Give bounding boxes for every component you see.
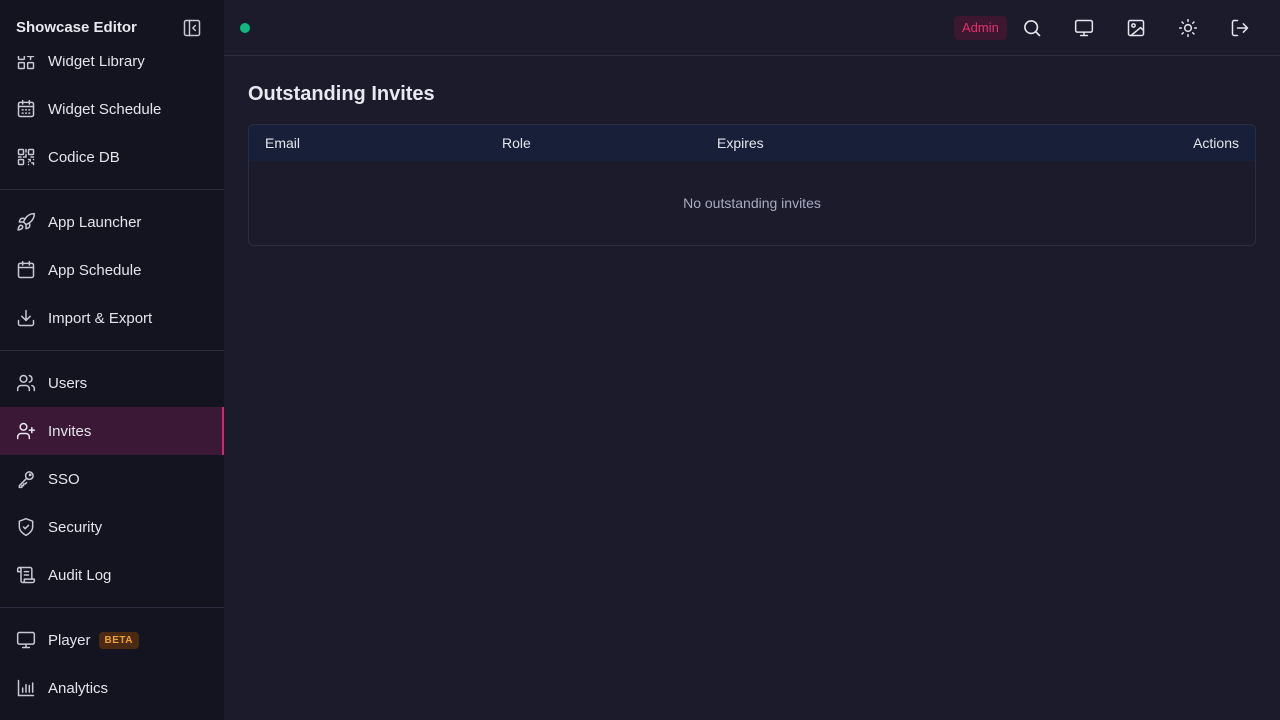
calendar-icon — [16, 260, 36, 280]
page-title: Outstanding Invites — [248, 83, 435, 105]
sidebar-item-invites[interactable]: Invites — [0, 407, 224, 455]
sidebar-item-label: Invites — [48, 422, 92, 440]
sidebar-item-widget-schedule[interactable]: Widget Schedule — [0, 85, 224, 133]
empty-state-message: No outstanding invites — [683, 195, 821, 211]
sidebar-item-users[interactable]: Users — [0, 359, 224, 407]
sidebar-divider — [0, 607, 224, 608]
beta-badge: BETA — [98, 631, 140, 649]
sidebar-item-label: Analytics — [48, 679, 109, 697]
sidebar-item-label: App Launcher — [48, 213, 142, 231]
media-button[interactable] — [1124, 16, 1148, 40]
role-badge: Admin — [954, 16, 1007, 40]
qr-code-icon — [16, 147, 36, 167]
sidebar-item-label: Import & Export — [48, 309, 153, 327]
sidebar-item-sso[interactable]: SSO — [0, 455, 224, 503]
sidebar-item-label: Audit Log — [48, 566, 112, 584]
logout-icon — [1231, 19, 1249, 37]
sidebar-item-label: SSO — [48, 470, 80, 488]
key-icon — [16, 469, 36, 489]
main-content: Outstanding Invites Email Role Expires A… — [248, 82, 1256, 246]
sidebar-item-analytics[interactable]: Analytics — [0, 664, 224, 712]
sidebar-item-audit-log[interactable]: Audit Log — [0, 551, 224, 599]
column-header-role: Role — [502, 135, 531, 151]
sidebar-collapse-button[interactable] — [181, 17, 203, 39]
logout-button[interactable] — [1228, 16, 1252, 40]
app-title: Showcase Editor — [16, 19, 137, 36]
shield-check-icon — [16, 517, 36, 537]
sidebar-item-label: Widget Schedule — [48, 100, 162, 118]
sidebar-item-label: Security — [48, 518, 103, 536]
sidebar-divider — [0, 189, 224, 190]
sidebar-item-label: Users — [48, 374, 88, 392]
top-header: Admin — [224, 0, 1280, 56]
monitor-icon — [1074, 19, 1094, 37]
status-indicator — [240, 23, 250, 33]
search-button[interactable] — [1020, 16, 1044, 40]
panel-left-icon — [183, 19, 201, 37]
image-icon — [1127, 19, 1145, 37]
search-icon — [1024, 20, 1041, 37]
monitor-icon — [16, 630, 36, 650]
sidebar-brand-row: Showcase Editor — [0, 0, 224, 56]
column-header-actions: Actions — [1193, 135, 1239, 151]
calendar-icon — [16, 99, 36, 119]
sidebar-item-codice-db[interactable]: Codice DB — [0, 133, 224, 181]
sidebar-divider — [0, 350, 224, 351]
sidebar: Widget Library Widget Schedule Codice DB… — [0, 0, 224, 720]
invites-table: Email Role Expires Actions No outstandin… — [248, 124, 1256, 246]
theme-toggle-button[interactable] — [1176, 16, 1200, 40]
rocket-icon — [16, 212, 36, 232]
sun-icon — [1178, 18, 1198, 38]
table-header: Email Role Expires Actions — [249, 125, 1255, 161]
sidebar-item-label: Codice DB — [48, 148, 120, 166]
user-plus-icon — [16, 421, 36, 441]
users-icon — [16, 373, 36, 393]
download-icon — [16, 308, 36, 328]
sidebar-item-security[interactable]: Security — [0, 503, 224, 551]
display-button[interactable] — [1072, 16, 1096, 40]
sidebar-item-player[interactable]: Player BETA — [0, 616, 224, 664]
sidebar-item-app-schedule[interactable]: App Schedule — [0, 246, 224, 294]
column-header-email: Email — [265, 135, 301, 151]
sidebar-nav: Widget Library Widget Schedule Codice DB… — [0, 37, 224, 712]
sidebar-item-app-launcher[interactable]: App Launcher — [0, 198, 224, 246]
column-header-expires: Expires — [717, 135, 764, 151]
sidebar-item-label: App Schedule — [48, 261, 142, 279]
bar-chart-icon — [16, 678, 36, 698]
sidebar-item-import-export[interactable]: Import & Export — [0, 294, 224, 342]
scroll-icon — [16, 565, 36, 585]
sidebar-item-label: Player — [48, 631, 91, 649]
